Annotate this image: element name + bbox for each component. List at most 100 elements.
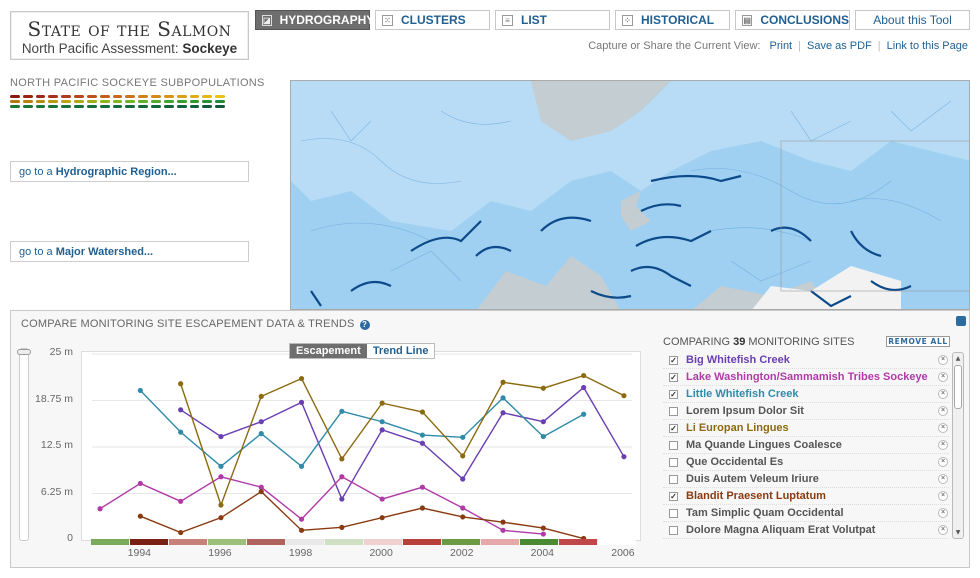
subpopulation-dash[interactable] [22, 95, 33, 98]
subpopulation-dash[interactable] [86, 105, 97, 108]
subpopulation-dash[interactable] [22, 105, 33, 108]
subpopulation-dash[interactable] [151, 95, 161, 98]
site-checkbox[interactable]: ✓ [669, 355, 678, 365]
subpopulation-dash[interactable] [74, 100, 84, 103]
subpopulation-dash[interactable] [215, 105, 226, 108]
page-link[interactable]: Link to this Page [881, 40, 968, 52]
save-pdf-link[interactable]: Save as PDF [801, 40, 878, 52]
site-row[interactable]: ✓ Little Whitefish Creek × [663, 386, 949, 403]
subpopulation-dash[interactable] [163, 100, 174, 103]
subpopulation-dash[interactable] [202, 95, 213, 98]
subpopulation-dash[interactable] [22, 100, 33, 103]
subpopulation-dash[interactable] [35, 105, 46, 108]
remove-site-icon[interactable]: × [938, 525, 948, 535]
subpopulation-dash[interactable] [151, 100, 161, 103]
remove-site-icon[interactable]: × [938, 440, 948, 450]
remove-site-icon[interactable]: × [938, 491, 948, 501]
site-checkbox[interactable]: ✓ [669, 491, 678, 501]
site-checkbox[interactable]: ✓ [669, 389, 678, 399]
site-checkbox[interactable] [669, 508, 678, 518]
subpopulation-dash[interactable] [151, 105, 161, 108]
hydrography-map[interactable] [290, 80, 970, 310]
subpopulation-dash[interactable] [10, 100, 20, 103]
subpopulation-dash[interactable] [138, 95, 149, 98]
trend-line-toggle[interactable]: Trend Line [367, 344, 435, 358]
subpopulation-dash[interactable] [86, 95, 97, 98]
site-row[interactable]: Ma Quande Lingues Coalesce × [663, 437, 949, 454]
subpopulation-dash[interactable] [189, 95, 200, 98]
site-list-scrollbar[interactable]: ▲ ▼ [952, 352, 964, 539]
site-checkbox[interactable] [669, 457, 678, 467]
tab-historical[interactable]: ⁘ HISTORICAL [615, 10, 730, 30]
subpopulation-dash[interactable] [35, 95, 46, 98]
subpopulation-dash[interactable] [138, 100, 149, 103]
subpopulation-dash[interactable] [99, 100, 110, 103]
site-row[interactable]: Tam Simplic Quam Occidental × [663, 505, 949, 522]
chart-mode-toggle[interactable]: Escapement Trend Line [289, 343, 436, 359]
collapse-panel-button[interactable] [956, 316, 966, 326]
site-checkbox[interactable]: ✓ [669, 423, 678, 433]
subpopulation-legend[interactable] [10, 95, 226, 110]
site-row[interactable]: ✓ Big Whitefish Creek × [663, 352, 949, 369]
remove-site-icon[interactable]: × [938, 389, 948, 399]
site-checkbox[interactable] [669, 474, 678, 484]
subpopulation-dash[interactable] [99, 105, 110, 108]
subpopulation-dash[interactable] [202, 105, 213, 108]
tab-hydrography[interactable]: ◪ HYDROGRAPHY [255, 10, 374, 30]
site-row[interactable]: Duis Autem Veleum Iriure × [663, 471, 949, 488]
remove-site-icon[interactable]: × [938, 423, 948, 433]
subpopulation-dash[interactable] [189, 105, 200, 108]
subpopulation-dash[interactable] [112, 105, 123, 108]
scrollbar-thumb[interactable] [954, 365, 962, 409]
site-row[interactable]: Que Occidental Es × [663, 454, 949, 471]
site-checkbox[interactable] [669, 525, 678, 535]
subpopulation-dash[interactable] [176, 105, 187, 108]
site-row[interactable]: Lorem Ipsum Dolor Sit × [663, 403, 949, 420]
subpopulation-dash[interactable] [215, 100, 226, 103]
subpopulation-dash[interactable] [176, 95, 187, 98]
remove-site-icon[interactable]: × [938, 372, 948, 382]
subpopulation-dash[interactable] [125, 105, 136, 108]
subpopulation-dash[interactable] [48, 95, 59, 98]
help-icon[interactable]: ? [359, 320, 370, 330]
subpopulation-dash[interactable] [189, 100, 200, 103]
subpopulation-dash[interactable] [112, 100, 123, 103]
goto-region-button[interactable]: go to a Hydrographic Region... [10, 161, 249, 182]
subpopulation-dash[interactable] [163, 95, 174, 98]
subpopulation-dash[interactable] [74, 95, 84, 98]
remove-all-button[interactable]: REMOVE ALL [886, 336, 950, 347]
scroll-up-icon[interactable]: ▲ [954, 354, 962, 363]
subpopulation-dash[interactable] [10, 95, 20, 98]
subpopulation-dash[interactable] [48, 100, 59, 103]
tab-conclusions[interactable]: ▤ CONCLUSIONS [735, 10, 850, 30]
site-checkbox[interactable] [669, 440, 678, 450]
escapement-toggle[interactable]: Escapement [290, 344, 367, 358]
tab-clusters[interactable]: ⁙ CLUSTERS [375, 10, 490, 30]
subpopulation-dash[interactable] [61, 95, 72, 98]
remove-site-icon[interactable]: × [938, 406, 948, 416]
subpopulation-dash[interactable] [138, 105, 149, 108]
site-checkbox[interactable]: ✓ [669, 372, 678, 382]
site-row[interactable]: Dolore Magna Aliquam Erat Volutpat × [663, 522, 949, 539]
tab-list[interactable]: ≡ LIST [495, 10, 610, 30]
site-checkbox[interactable] [669, 406, 678, 416]
subpopulation-dash[interactable] [215, 95, 226, 98]
subpopulation-dash[interactable] [74, 105, 84, 108]
subpopulation-dash[interactable] [35, 100, 46, 103]
subpopulation-dash[interactable] [61, 105, 72, 108]
print-link[interactable]: Print [764, 40, 799, 52]
subpopulation-dash[interactable] [125, 100, 136, 103]
site-row[interactable]: ✓ Li Europan Lingues × [663, 420, 949, 437]
tab-about[interactable]: About this Tool [855, 10, 970, 30]
remove-site-icon[interactable]: × [938, 474, 948, 484]
subpopulation-dash[interactable] [112, 95, 123, 98]
scroll-down-icon[interactable]: ▼ [954, 528, 962, 537]
subpopulation-dash[interactable] [125, 95, 136, 98]
remove-site-icon[interactable]: × [938, 355, 948, 365]
y-scale-slider[interactable] [17, 348, 31, 541]
slider-handle[interactable] [17, 349, 31, 355]
goto-watershed-button[interactable]: go to a Major Watershed... [10, 241, 249, 262]
subpopulation-dash[interactable] [10, 105, 20, 108]
subpopulation-dash[interactable] [61, 100, 72, 103]
subpopulation-dash[interactable] [86, 100, 97, 103]
